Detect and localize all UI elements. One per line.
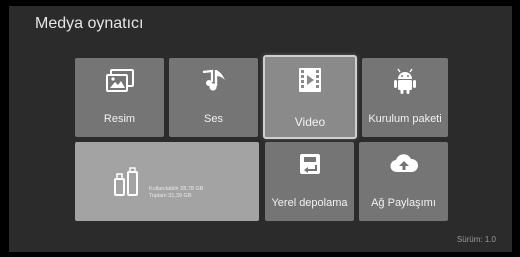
cloud-upload-icon — [389, 152, 419, 181]
usb-drive-icon — [112, 167, 142, 202]
image-tile[interactable]: Resim — [75, 58, 164, 137]
network-share-tile[interactable]: Ağ Paylaşımı — [359, 142, 448, 221]
usb-storage-tile[interactable]: Kullanılabilir 28,78 GB Toplam 31,39 GB — [75, 142, 259, 221]
version-label: Sürüm: 1.0 — [456, 235, 496, 244]
android-icon — [392, 68, 418, 101]
install-package-label: Kurulum paketi — [368, 113, 442, 125]
music-note-icon — [199, 68, 229, 99]
local-storage-label: Yerel depolama — [271, 197, 348, 209]
film-icon — [296, 67, 324, 98]
audio-tile[interactable]: Ses — [169, 58, 258, 137]
storage-icon — [297, 152, 323, 183]
image-icon — [105, 68, 135, 99]
usb-total-text: Toplam 31,39 GB — [149, 193, 192, 199]
media-player-screen: Medya oynatıcı Resim Ses Video Kurulum p… — [9, 6, 512, 252]
video-tile[interactable]: Video — [263, 55, 357, 139]
audio-tile-label: Ses — [204, 113, 223, 125]
video-tile-label: Video — [294, 115, 326, 129]
page-title: Medya oynatıcı — [35, 15, 144, 32]
network-share-label: Ağ Paylaşımı — [371, 197, 436, 209]
usb-storage-info: Kullanılabilir 28,78 GB Toplam 31,39 GB — [149, 186, 203, 200]
image-tile-label: Resim — [103, 113, 136, 125]
install-package-tile[interactable]: Kurulum paketi — [362, 58, 448, 137]
local-storage-tile[interactable]: Yerel depolama — [265, 142, 354, 221]
usb-available-text: Kullanılabilir 28,78 GB — [149, 186, 204, 192]
